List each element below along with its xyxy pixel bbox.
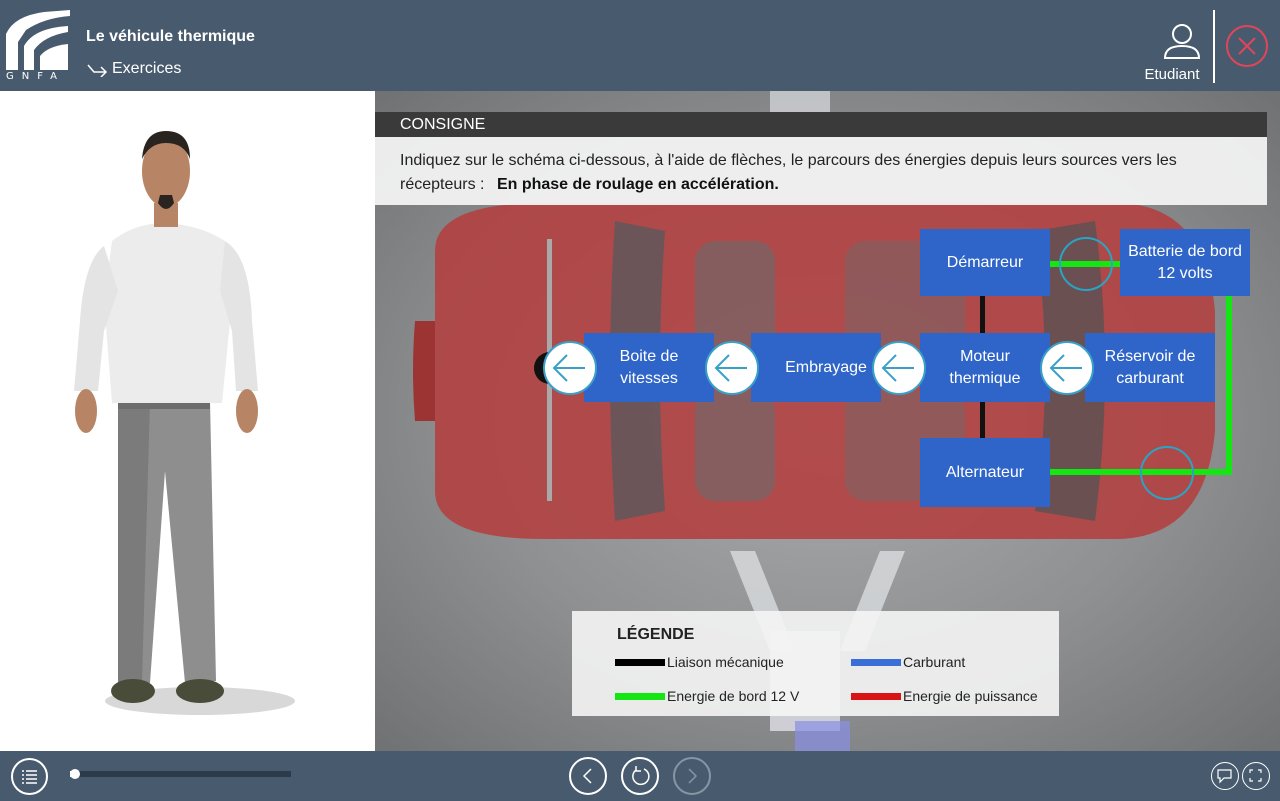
arrow-left-icon xyxy=(1049,354,1082,382)
consigne-heading: CONSIGNE xyxy=(375,112,1267,137)
chevron-left-icon xyxy=(582,768,592,784)
legend-label: Liaison mécanique xyxy=(667,654,784,670)
header-bar: GNFA Le véhicule thermique Exercices Etu… xyxy=(0,0,1280,91)
instruction-text: Indiquez sur le schéma ci-dessous, à l'a… xyxy=(375,137,1267,205)
arrow-left-icon xyxy=(714,354,747,382)
speech-bubble-icon xyxy=(1217,769,1232,784)
legend-swatch xyxy=(851,658,901,666)
replay-icon xyxy=(632,766,650,786)
arrow-drop-target[interactable] xyxy=(1140,446,1194,500)
user-profile-button[interactable]: Etudiant xyxy=(1138,20,1206,86)
legend-item: Energie de bord 12 V xyxy=(615,688,799,704)
embrayage-box[interactable]: Embrayage xyxy=(751,333,881,402)
close-icon xyxy=(1238,37,1256,55)
arrow-drop-target[interactable] xyxy=(1059,237,1113,291)
next-button[interactable] xyxy=(673,757,711,795)
legend-label: Energie de bord 12 V xyxy=(667,688,800,704)
demarreur-box[interactable]: Démarreur xyxy=(920,229,1050,296)
instructor-character xyxy=(74,131,295,715)
fullscreen-button[interactable] xyxy=(1242,762,1270,790)
header-divider xyxy=(1213,10,1215,83)
legend-item: Carburant xyxy=(851,654,965,670)
batterie-box[interactable]: Batterie de bord 12 volts xyxy=(1120,229,1250,296)
legend-label: Carburant xyxy=(903,654,966,670)
legend-item: Energie de puissance xyxy=(851,688,1038,704)
instruction-emphasis: En phase de roulage en accélération. xyxy=(496,176,779,193)
user-label: Etudiant xyxy=(1144,66,1200,83)
arrow-left-icon xyxy=(552,354,585,382)
arrow-left-button[interactable] xyxy=(872,341,926,395)
legend-swatch xyxy=(615,692,665,700)
logo-text: GNFA xyxy=(6,71,65,82)
legend-item: Liaison mécanique xyxy=(615,654,784,670)
legend-swatch xyxy=(615,658,665,666)
arrow-left-button[interactable] xyxy=(705,341,759,395)
legend-swatch xyxy=(851,692,901,700)
legend-panel: LÉGENDE Liaison mécanique Carburant Ener… xyxy=(572,611,1059,716)
arrow-left-button[interactable] xyxy=(1040,341,1094,395)
reservoir-carburant-box[interactable]: Réservoir de carburant xyxy=(1085,333,1215,402)
progress-bar xyxy=(70,769,291,779)
course-title: Le véhicule thermique xyxy=(86,28,255,45)
legend-label: Energie de puissance xyxy=(903,688,1038,704)
fullscreen-icon xyxy=(1249,769,1262,782)
character-panel xyxy=(0,91,375,751)
footer-bar xyxy=(0,751,1280,801)
boite-vitesses-box[interactable]: Boite de vitesses xyxy=(584,333,714,402)
user-icon xyxy=(1163,24,1201,59)
moteur-thermique-box[interactable]: Moteur thermique xyxy=(920,333,1050,402)
progress-knob[interactable] xyxy=(70,769,80,779)
arrow-left-button[interactable] xyxy=(543,341,597,395)
list-icon xyxy=(22,770,37,784)
legend-title: LÉGENDE xyxy=(617,626,695,643)
chevron-right-icon xyxy=(688,768,698,784)
return-arrow-icon xyxy=(87,64,108,77)
arrow-left-icon xyxy=(881,354,914,382)
comment-button[interactable] xyxy=(1211,762,1239,790)
breadcrumb: Exercices xyxy=(86,60,181,78)
alternateur-box[interactable]: Alternateur xyxy=(920,438,1050,507)
previous-button[interactable] xyxy=(569,757,607,795)
exercise-area: CONSIGNE Indiquez sur le schéma ci-desso… xyxy=(375,91,1280,751)
breadcrumb-label: Exercices xyxy=(112,60,182,77)
close-button[interactable] xyxy=(1226,25,1268,67)
replay-button[interactable] xyxy=(621,757,659,795)
menu-button[interactable] xyxy=(11,758,48,795)
